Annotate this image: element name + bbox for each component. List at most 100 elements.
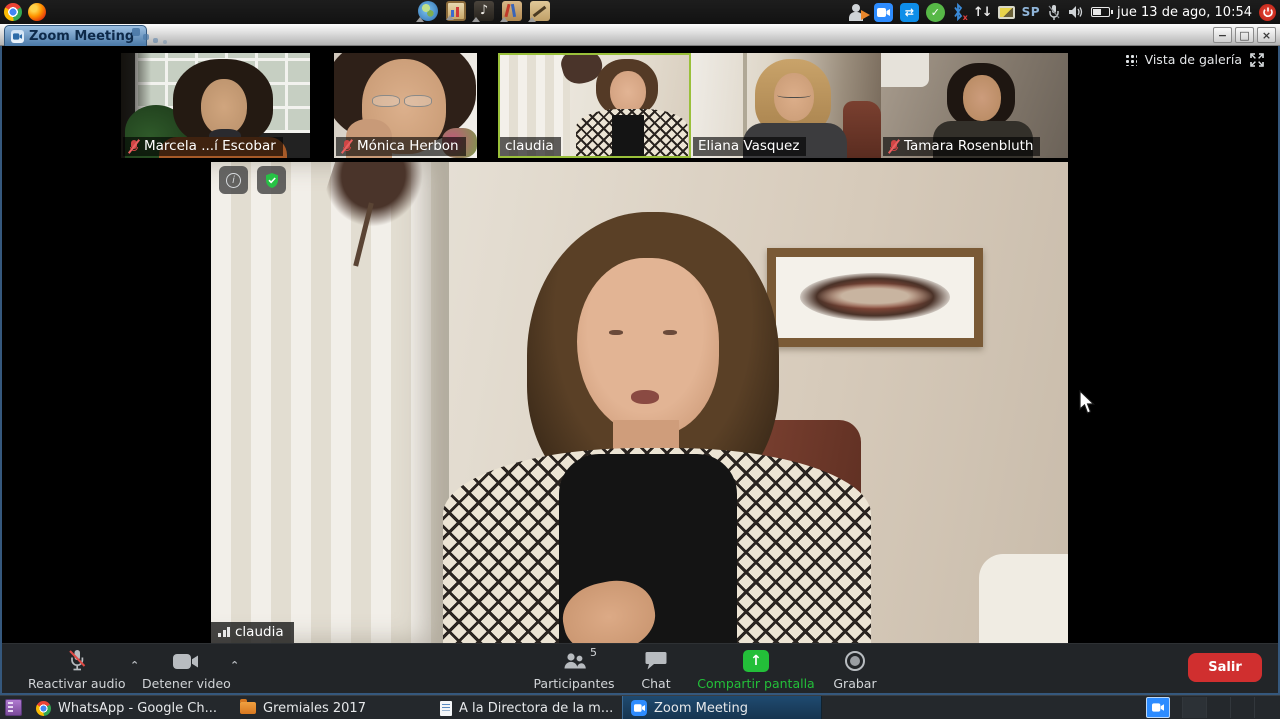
stop-video-label: Detener video — [142, 676, 231, 691]
fullscreen-icon[interactable] — [1250, 53, 1264, 67]
chat-button[interactable]: Chat — [634, 649, 678, 691]
participant-name-badge: Eliana Vasquez — [693, 137, 806, 156]
panel-launchers-left — [0, 3, 46, 21]
taskbar-item-zoom-active[interactable]: Zoom Meeting — [622, 696, 822, 719]
gallery-view-label: Vista de galería — [1145, 52, 1242, 67]
stop-video-button[interactable]: Detener video — [142, 649, 231, 691]
close-button[interactable]: × — [1257, 27, 1276, 43]
accessories-menu-icon[interactable] — [530, 1, 550, 21]
grid-view-icon — [1124, 53, 1137, 66]
window-title: Zoom Meeting — [29, 29, 134, 44]
maximize-button[interactable]: □ — [1235, 27, 1254, 43]
minimize-button[interactable]: − — [1213, 27, 1232, 43]
desktop: ♪ ⇄ ✓ x ↑↓ SP — [0, 0, 1280, 719]
video-thumbnail-claudia-active[interactable]: claudia — [498, 53, 691, 158]
security-shield-button[interactable] — [257, 166, 286, 194]
speaker-mouth — [631, 390, 659, 404]
zoom-app-icon — [631, 700, 647, 716]
video-thumbnail-monica[interactable]: Mónica Herbon — [334, 53, 477, 158]
multimedia-menu-icon[interactable]: ♪ — [474, 1, 494, 21]
participant-name-badge: claudia — [500, 137, 561, 156]
taskbar: WhatsApp - Google Ch... Gremiales 2017 A… — [0, 695, 1280, 719]
user-switcher-icon[interactable] — [847, 2, 867, 22]
leave-meeting-button[interactable]: Salir — [1188, 653, 1262, 682]
shield-check-icon — [264, 172, 280, 189]
camera-icon — [173, 649, 199, 673]
office-menu-icon[interactable] — [446, 1, 466, 21]
speaker-name-badge: claudia — [211, 622, 294, 643]
zoom-notification-icon[interactable] — [1146, 697, 1170, 718]
share-screen-label: Compartir pantalla — [697, 676, 814, 691]
video-thumbnail-eliana[interactable]: Eliana Vasquez — [691, 53, 881, 158]
internet-menu-icon[interactable] — [418, 1, 438, 21]
participants-button[interactable]: 5 Participantes — [522, 649, 626, 691]
gallery-view-toggle[interactable]: Vista de galería — [1124, 52, 1264, 67]
main-speaker-video[interactable]: i claudia — [211, 162, 1068, 643]
network-tray-icon[interactable]: ↑↓ — [973, 5, 991, 20]
firefox-icon[interactable] — [28, 3, 46, 21]
workspace-pager[interactable] — [1182, 697, 1278, 718]
participants-label: Participantes — [533, 676, 614, 691]
video-options-chevron[interactable]: ⌃ — [230, 659, 239, 672]
curtain-background — [211, 162, 449, 643]
participant-name-badge: Marcela ...í Escobar — [123, 137, 283, 156]
audio-level-icon — [218, 627, 230, 637]
muted-mic-icon — [128, 139, 140, 154]
meeting-toolbar: Reactivar audio ⌃ Detener video ⌃ 5 Part… — [2, 643, 1278, 693]
window-title-tab: Zoom Meeting — [4, 25, 147, 46]
taskbar-item-gremiales[interactable]: Gremiales 2017 — [232, 696, 430, 719]
record-button[interactable]: Grabar — [828, 649, 882, 691]
record-label: Grabar — [833, 676, 876, 691]
window-titlebar[interactable]: Zoom Meeting − □ × — [0, 24, 1280, 46]
meeting-info-button[interactable]: i — [219, 166, 248, 194]
video-thumbnail-marcela[interactable]: Marcela ...í Escobar — [121, 53, 310, 158]
participant-name-badge: Tamara Rosenbluth — [883, 137, 1040, 156]
muted-mic-icon — [888, 139, 900, 154]
tab-decoration — [132, 28, 140, 36]
share-screen-icon: ↑ — [743, 650, 769, 672]
panel-clock[interactable]: jue 13 de ago, 10:54 — [1117, 5, 1252, 20]
participants-count-badge: 5 — [590, 646, 597, 659]
display-tray-icon[interactable] — [998, 6, 1015, 19]
tab-decoration — [163, 40, 167, 44]
teamviewer-tray-icon[interactable]: ⇄ — [900, 3, 919, 22]
unmute-audio-button[interactable]: Reactivar audio — [28, 649, 126, 691]
taskbar-item-whatsapp[interactable]: WhatsApp - Google Ch... — [28, 696, 230, 719]
video-thumbnail-tamara[interactable]: Tamara Rosenbluth — [881, 53, 1068, 158]
panel-launchers-center: ♪ — [418, 1, 550, 21]
system-tray: ⇄ ✓ x ↑↓ SP jue 13 de ago, 10:54 — [847, 0, 1280, 24]
top-panel: ♪ ⇄ ✓ x ↑↓ SP — [0, 0, 1280, 24]
chat-label: Chat — [641, 676, 670, 691]
graphics-menu-icon[interactable] — [502, 1, 522, 21]
info-icon: i — [226, 173, 241, 188]
unmute-audio-label: Reactivar audio — [28, 676, 126, 691]
chrome-icon[interactable] — [4, 3, 22, 21]
mouse-cursor — [1079, 390, 1096, 415]
microphone-tray-icon[interactable] — [1047, 4, 1061, 21]
power-button-icon[interactable] — [1259, 4, 1276, 21]
tab-decoration — [153, 38, 158, 43]
white-object — [979, 554, 1068, 643]
bluetooth-tray-icon[interactable]: x — [952, 3, 966, 22]
muted-mic-icon — [67, 649, 87, 673]
volume-tray-icon[interactable] — [1068, 5, 1084, 19]
desktop-app-icon[interactable] — [5, 699, 22, 716]
share-screen-button[interactable]: ↑ Compartir pantalla — [692, 649, 820, 691]
zoom-app-icon — [11, 30, 24, 43]
muted-mic-icon — [341, 139, 353, 154]
updates-ok-tray-icon[interactable]: ✓ — [926, 3, 945, 22]
participants-icon: 5 — [561, 649, 587, 673]
speaker-eye — [663, 330, 677, 335]
folder-icon — [240, 702, 256, 714]
video-overlay-buttons: i — [219, 166, 286, 194]
tab-decoration — [143, 34, 149, 40]
document-icon — [440, 701, 452, 716]
chrome-icon — [36, 701, 51, 716]
wall-picture-frame — [767, 248, 983, 347]
zoom-tray-icon[interactable] — [874, 3, 893, 22]
battery-tray-icon[interactable] — [1091, 7, 1110, 17]
audio-options-chevron[interactable]: ⌃ — [130, 659, 139, 672]
record-icon — [845, 651, 865, 671]
taskbar-item-document[interactable]: A la Directora de la m... — [432, 696, 620, 719]
keyboard-layout-indicator[interactable]: SP — [1022, 5, 1040, 19]
